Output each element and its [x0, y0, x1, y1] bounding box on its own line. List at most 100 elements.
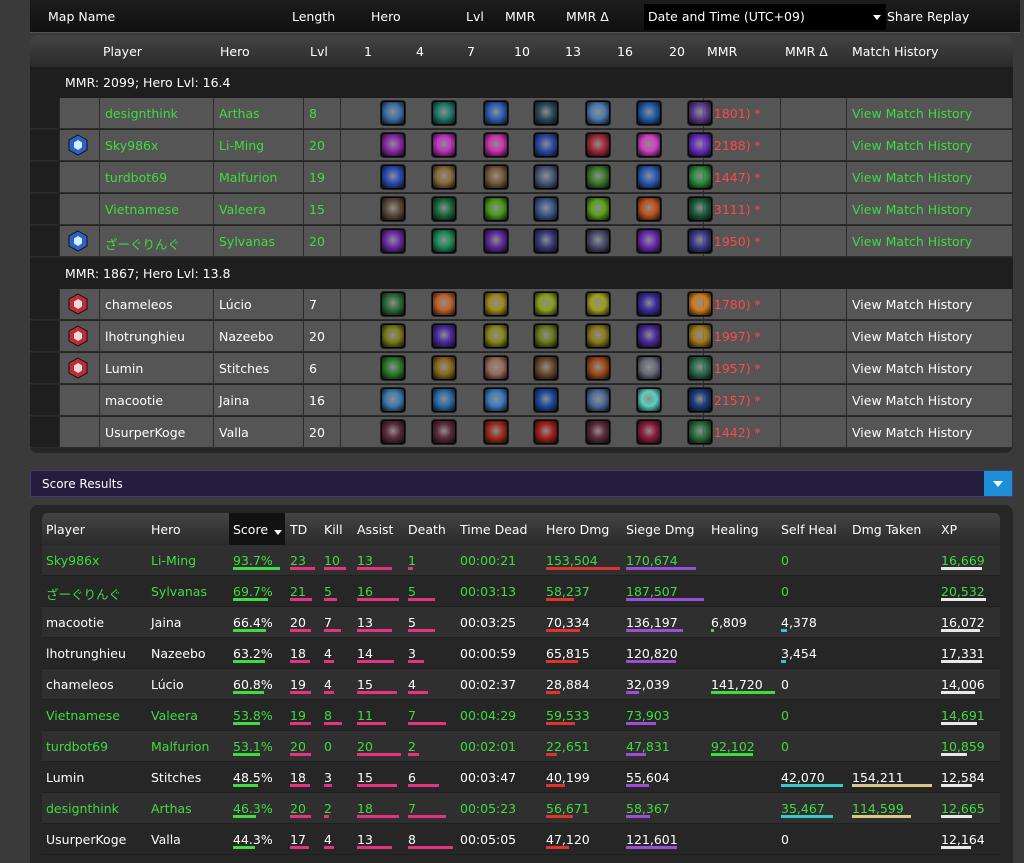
player-name[interactable]: designthink [100, 98, 214, 129]
player-name[interactable]: lhotrunghieu [100, 321, 214, 352]
view-match-history-link[interactable]: View Match History [847, 385, 1013, 416]
talent-icon[interactable] [432, 133, 456, 157]
talent-icon[interactable] [381, 101, 405, 125]
talent-icon[interactable] [586, 165, 610, 189]
talent-icon[interactable] [637, 292, 661, 316]
talent-icon[interactable] [432, 165, 456, 189]
view-match-history-link[interactable]: View Match History [847, 353, 1013, 384]
sh-healing[interactable]: Healing [711, 522, 759, 537]
talent-icon[interactable] [586, 292, 610, 316]
talent-icon[interactable] [688, 165, 712, 189]
talent-icon[interactable] [688, 197, 712, 221]
talent-icon[interactable] [637, 356, 661, 380]
col-lvl[interactable]: Lvl [466, 9, 484, 24]
talent-icon[interactable] [637, 133, 661, 157]
score-results-toggle-button[interactable] [984, 471, 1012, 496]
talent-icon[interactable] [586, 197, 610, 221]
col-length[interactable]: Length [292, 9, 335, 24]
view-match-history-link[interactable]: View Match History [847, 162, 1013, 193]
talent-icon[interactable] [534, 101, 558, 125]
talent-icon[interactable] [432, 324, 456, 348]
player-name[interactable]: UsurperKoge [100, 417, 214, 448]
sh-player[interactable]: Player [46, 522, 85, 537]
player-name[interactable]: chameleos [100, 289, 214, 320]
talent-icon[interactable] [484, 165, 508, 189]
talent-icon[interactable] [381, 324, 405, 348]
talent-icon[interactable] [637, 101, 661, 125]
col-map-name[interactable]: Map Name [48, 9, 115, 24]
talent-icon[interactable] [432, 356, 456, 380]
talent-icon[interactable] [534, 292, 558, 316]
sh-score[interactable]: Score [233, 522, 268, 537]
col-mmr-delta[interactable]: MMR Δ [566, 9, 609, 24]
talent-icon[interactable] [688, 292, 712, 316]
talent-icon[interactable] [637, 388, 661, 412]
talent-icon[interactable] [534, 229, 558, 253]
talent-icon[interactable] [534, 197, 558, 221]
talent-icon[interactable] [688, 101, 712, 125]
view-match-history-link[interactable]: View Match History [847, 194, 1013, 225]
talent-icon[interactable] [381, 133, 405, 157]
sh-dmg-taken[interactable]: Dmg Taken [852, 522, 921, 537]
player-name[interactable]: Vietnamese [100, 194, 214, 225]
sh-xp[interactable]: XP [941, 522, 957, 537]
talent-icon[interactable] [637, 420, 661, 444]
talent-icon[interactable] [534, 165, 558, 189]
sh-td[interactable]: TD [290, 522, 307, 537]
talent-icon[interactable] [586, 420, 610, 444]
player-name[interactable]: turdbot69 [100, 162, 214, 193]
talent-icon[interactable] [534, 388, 558, 412]
col-share-replay[interactable]: Share Replay [887, 9, 969, 24]
talent-icon[interactable] [381, 356, 405, 380]
talent-icon[interactable] [432, 197, 456, 221]
sh-assist[interactable]: Assist [357, 522, 393, 537]
sh-death[interactable]: Death [408, 522, 446, 537]
view-match-history-link[interactable]: View Match History [847, 226, 1013, 257]
talent-icon[interactable] [688, 324, 712, 348]
talent-icon[interactable] [688, 229, 712, 253]
talent-icon[interactable] [534, 356, 558, 380]
talent-icon[interactable] [637, 165, 661, 189]
talent-icon[interactable] [432, 229, 456, 253]
talent-icon[interactable] [381, 197, 405, 221]
talent-icon[interactable] [484, 324, 508, 348]
talent-icon[interactable] [586, 101, 610, 125]
player-name[interactable]: ざーぐりんぐ [100, 226, 214, 257]
score-results-bar[interactable]: Score Results [30, 470, 1013, 497]
talent-icon[interactable] [484, 388, 508, 412]
talent-icon[interactable] [381, 388, 405, 412]
talent-icon[interactable] [534, 133, 558, 157]
talent-icon[interactable] [484, 101, 508, 125]
talent-icon[interactable] [432, 420, 456, 444]
talent-icon[interactable] [586, 388, 610, 412]
talent-icon[interactable] [432, 101, 456, 125]
talent-icon[interactable] [484, 197, 508, 221]
talent-icon[interactable] [381, 420, 405, 444]
player-name[interactable]: Sky986x [100, 130, 214, 161]
date-time-select[interactable]: Date and Time (UTC+09) [644, 4, 886, 30]
talent-icon[interactable] [484, 229, 508, 253]
view-match-history-link[interactable]: View Match History [847, 130, 1013, 161]
sh-hero-dmg[interactable]: Hero Dmg [546, 522, 609, 537]
talent-icon[interactable] [586, 324, 610, 348]
talent-icon[interactable] [637, 197, 661, 221]
talent-icon[interactable] [381, 229, 405, 253]
sh-time-dead[interactable]: Time Dead [460, 522, 527, 537]
talent-icon[interactable] [637, 229, 661, 253]
view-match-history-link[interactable]: View Match History [847, 321, 1013, 352]
talent-icon[interactable] [637, 324, 661, 348]
view-match-history-link[interactable]: View Match History [847, 98, 1013, 129]
talent-icon[interactable] [534, 324, 558, 348]
sh-hero[interactable]: Hero [151, 522, 181, 537]
sh-self-heal[interactable]: Self Heal [781, 522, 837, 537]
talent-icon[interactable] [432, 388, 456, 412]
talent-icon[interactable] [586, 229, 610, 253]
talent-icon[interactable] [484, 356, 508, 380]
col-mmr[interactable]: MMR [505, 9, 535, 24]
talent-icon[interactable] [484, 292, 508, 316]
talent-icon[interactable] [688, 420, 712, 444]
view-match-history-link[interactable]: View Match History [847, 289, 1013, 320]
view-match-history-link[interactable]: View Match History [847, 417, 1013, 448]
talent-icon[interactable] [688, 133, 712, 157]
talent-icon[interactable] [484, 133, 508, 157]
